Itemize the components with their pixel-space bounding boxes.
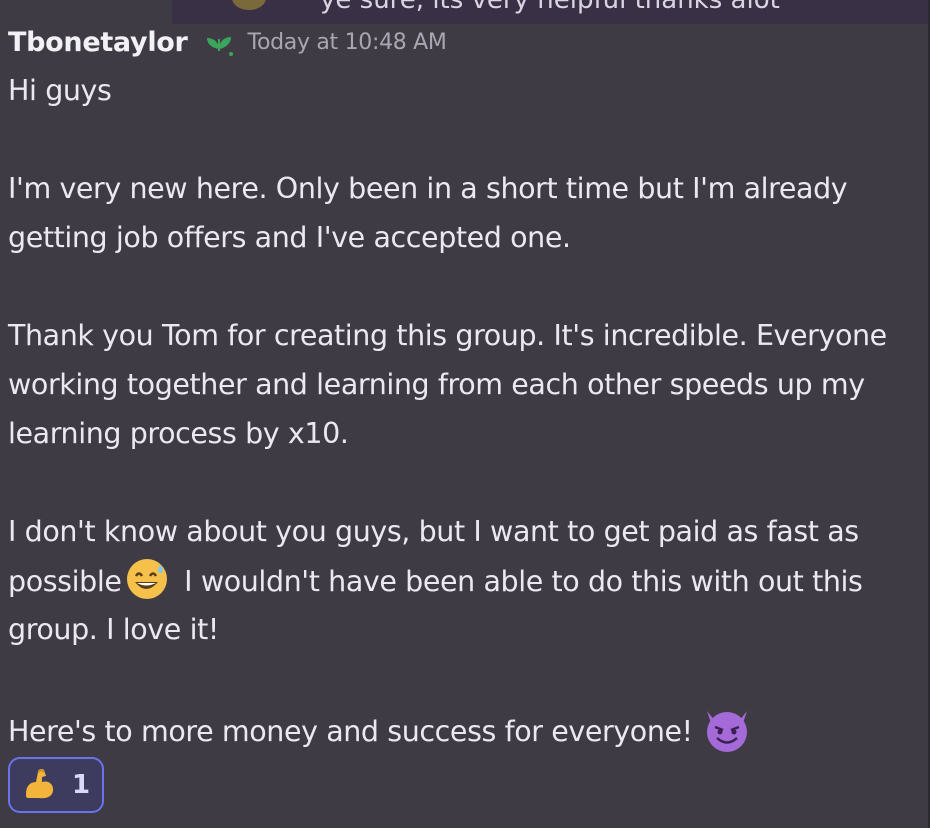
message-text: I wouldn't have been able to do this wit… <box>175 565 863 598</box>
message-body: Hi guys I'm very new here. Only been in … <box>8 66 930 752</box>
message-line: Hi guys <box>8 74 112 107</box>
reaction-button[interactable]: 1 <box>8 757 104 813</box>
message-line: Thank you Tom for creating this group. I… <box>8 319 887 352</box>
reaction-count: 1 <box>72 770 91 800</box>
reply-avatar[interactable] <box>232 0 266 10</box>
username[interactable]: Tbonetaylor <box>8 27 188 58</box>
message-line: possible I wouldn't have been able to do… <box>8 556 930 605</box>
sprout-badge-icon[interactable] <box>202 27 236 57</box>
message-line: I don't know about you guys, but I want … <box>8 515 859 548</box>
smiling-devil-emoji[interactable] <box>701 703 753 755</box>
flexed-biceps-emoji <box>20 764 58 806</box>
message-line: learning process by x10. <box>8 417 349 450</box>
message-text: possible <box>8 565 122 598</box>
message-text: Here's to more money and success for eve… <box>8 715 693 748</box>
message-line: working together and learning from each … <box>8 368 865 401</box>
reply-preview[interactable]: ye sure, its very helpful thanks alot <box>172 0 928 24</box>
message-line: I'm very new here. Only been in a short … <box>8 172 848 205</box>
message-header: Tbonetaylor Today at 10:48 AM <box>8 22 447 62</box>
timestamp[interactable]: Today at 10:48 AM <box>248 30 447 55</box>
reply-preview-text: ye sure, its very helpful thanks alot <box>320 0 780 15</box>
message-line: group. I love it! <box>8 613 219 646</box>
message-line: Here's to more money and success for eve… <box>8 703 930 752</box>
grinning-sweat-emoji[interactable] <box>124 556 170 602</box>
message-line: getting job offers and I've accepted one… <box>8 221 571 254</box>
